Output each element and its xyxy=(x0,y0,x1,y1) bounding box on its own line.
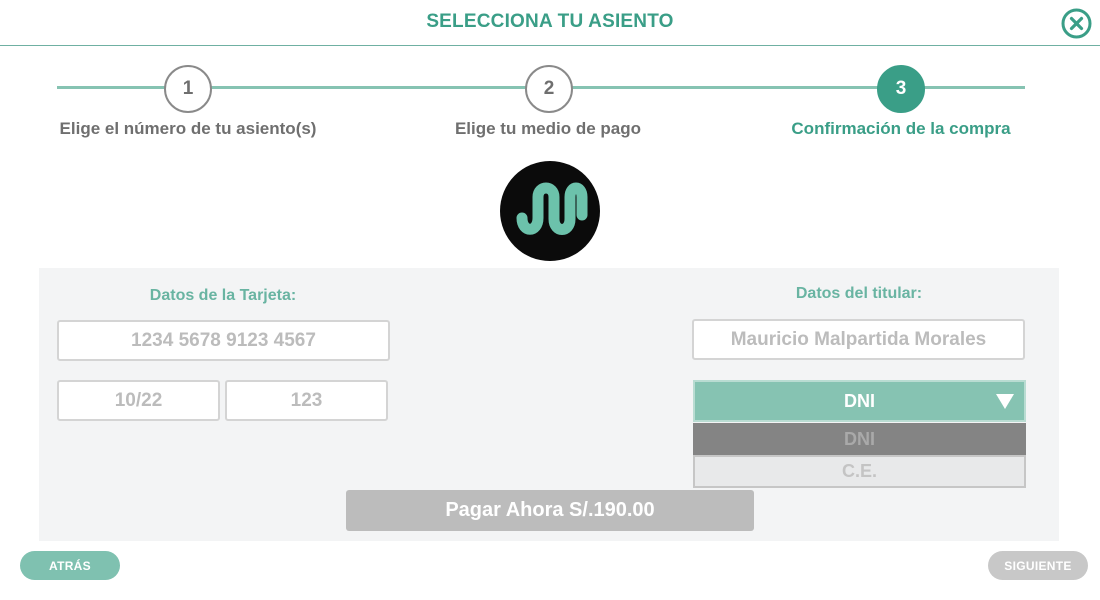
header-bar: SELECCIONA TU ASIENTO xyxy=(0,0,1100,46)
step-3-label: Confirmación de la compra xyxy=(791,119,1011,138)
card-cvv-placeholder: 123 xyxy=(290,389,323,411)
step-3-circle: 3 xyxy=(877,65,925,113)
card-cvv-input[interactable]: 123 xyxy=(225,380,388,421)
step-1-label: Elige el número de tu asiento(s) xyxy=(59,119,317,138)
pay-now-button[interactable]: Pagar Ahora S/.190.00 xyxy=(346,490,754,531)
card-number-placeholder: 1234 5678 9123 4567 xyxy=(131,329,316,351)
close-icon[interactable] xyxy=(1061,8,1092,39)
document-type-select[interactable]: DNI xyxy=(693,380,1026,422)
step-2-number: 2 xyxy=(543,78,555,99)
back-button[interactable]: ATRÁS xyxy=(20,551,120,580)
document-type-value: DNI xyxy=(844,390,875,411)
document-option-ce[interactable]: C.E. xyxy=(693,455,1026,488)
step-1-circle: 1 xyxy=(164,65,212,113)
card-expiry-input[interactable]: 10/22 xyxy=(57,380,220,421)
step-3-number: 3 xyxy=(895,78,907,99)
brand-logo-icon xyxy=(516,182,588,235)
page-title: SELECCIONA TU ASIENTO xyxy=(426,11,674,32)
card-section-title: Datos de la Tarjeta: xyxy=(149,287,297,304)
caret-down-icon xyxy=(996,394,1014,409)
document-option-dni[interactable]: DNI xyxy=(693,423,1026,456)
holder-section-title: Datos del titular: xyxy=(795,285,923,302)
next-button[interactable]: SIGUIENTE xyxy=(988,551,1088,580)
brand-logo xyxy=(500,161,600,261)
card-number-input[interactable]: 1234 5678 9123 4567 xyxy=(57,320,390,361)
step-2-label: Elige tu medio de pago xyxy=(454,119,642,138)
holder-name-placeholder: Mauricio Malpartida Morales xyxy=(730,328,987,350)
card-expiry-placeholder: 10/22 xyxy=(114,389,163,411)
holder-name-input[interactable]: Mauricio Malpartida Morales xyxy=(692,319,1025,360)
step-2-circle: 2 xyxy=(525,65,573,113)
step-1-number: 1 xyxy=(182,78,194,99)
